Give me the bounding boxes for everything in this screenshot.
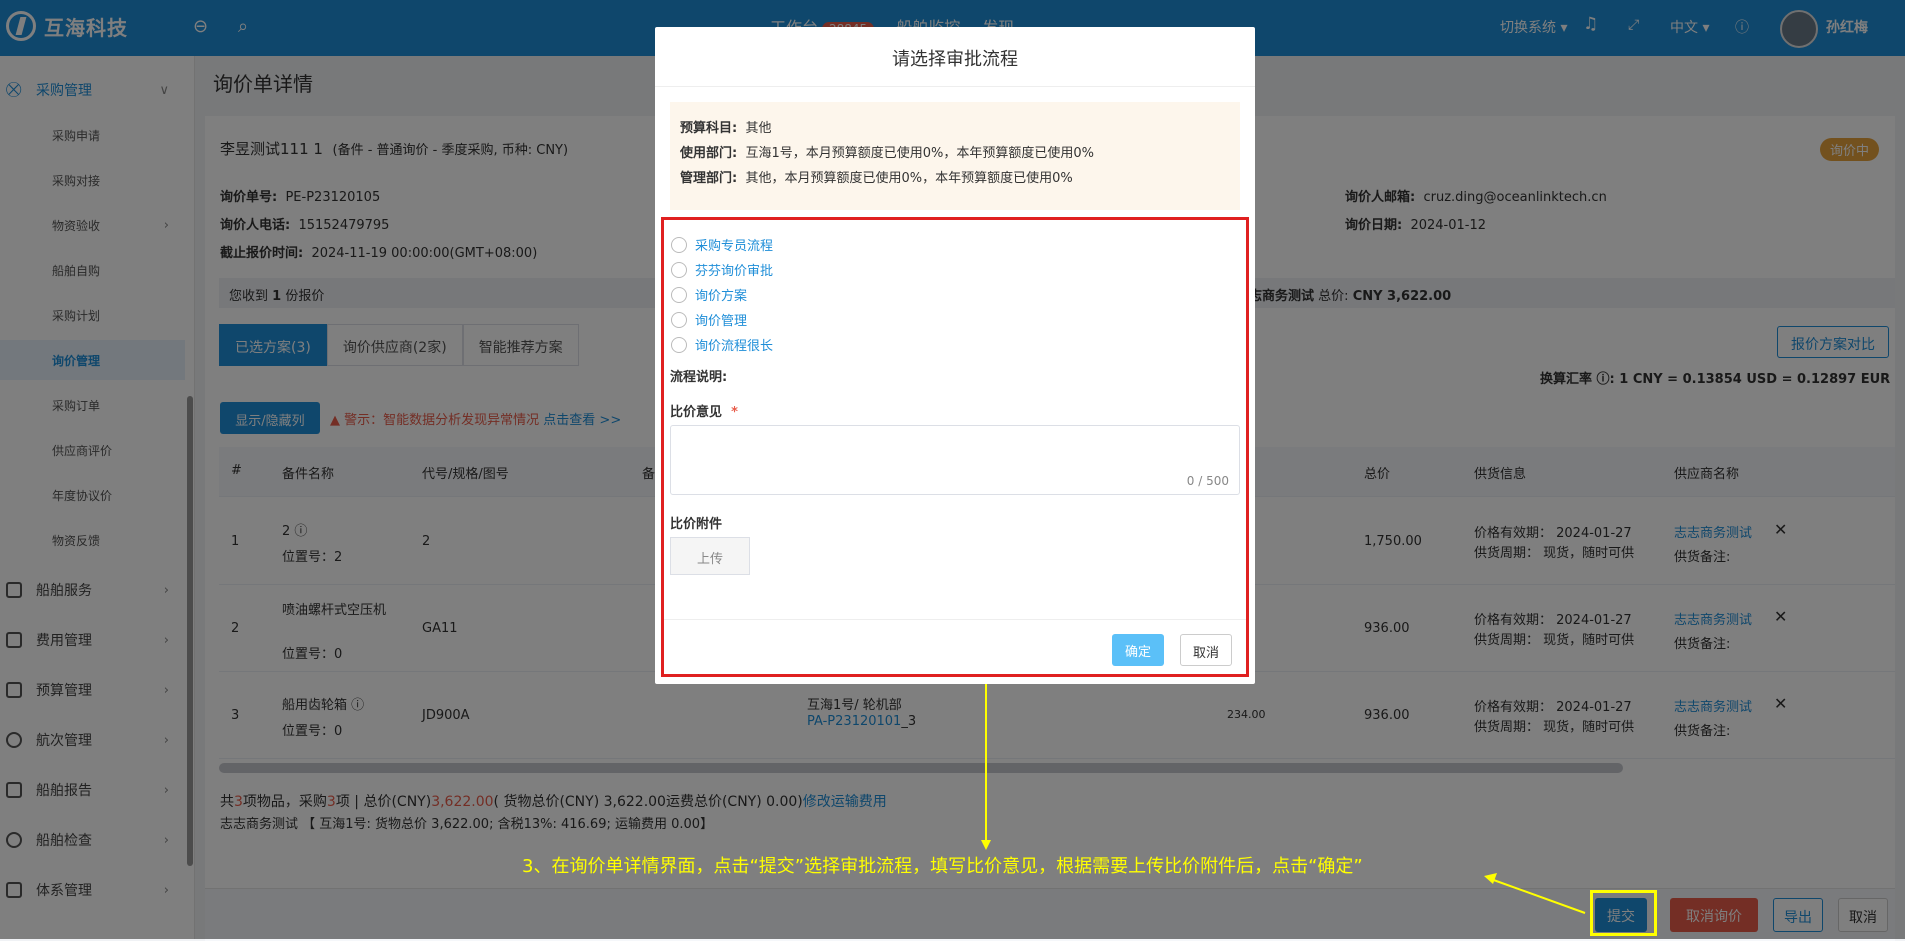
instruction-annotation: 3、在询价单详情界面，点击“提交”选择审批流程，填写比价意见，根据需要上传比价附… xyxy=(522,856,1363,877)
arrow-to-submit-line xyxy=(1487,877,1586,914)
annotation-arrows xyxy=(981,684,1586,914)
arrow-to-submit-head xyxy=(1484,873,1497,884)
submit-highlight xyxy=(1590,890,1657,936)
arrow-down-head xyxy=(981,840,991,850)
